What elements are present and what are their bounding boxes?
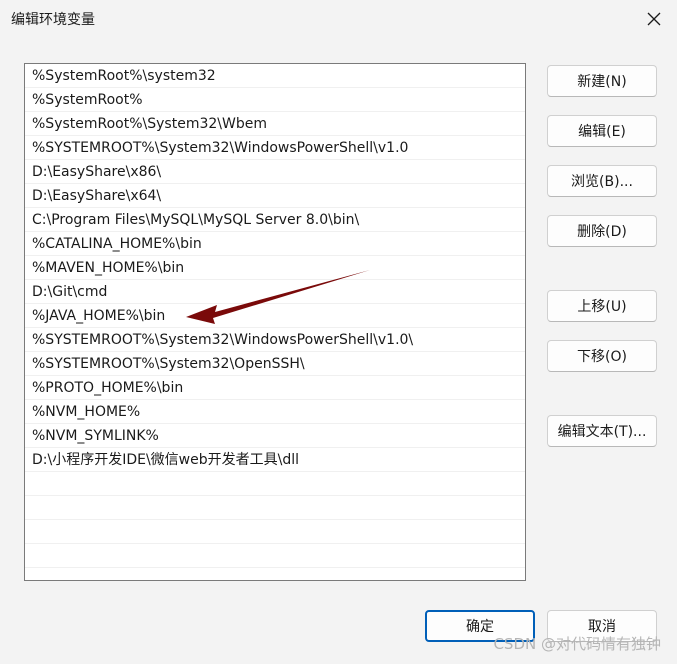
title-bar: 编辑环境变量 bbox=[0, 0, 677, 38]
list-item[interactable]: %SystemRoot%\system32 bbox=[25, 64, 525, 88]
move-up-button[interactable]: 上移(U) bbox=[547, 290, 657, 322]
list-item[interactable]: D:\Git\cmd bbox=[25, 280, 525, 304]
list-item[interactable]: %SystemRoot% bbox=[25, 88, 525, 112]
edit-text-button[interactable]: 编辑文本(T)... bbox=[547, 415, 657, 447]
list-item[interactable]: %NVM_HOME% bbox=[25, 400, 525, 424]
list-item[interactable]: %SYSTEMROOT%\System32\OpenSSH\ bbox=[25, 352, 525, 376]
delete-button[interactable]: 删除(D) bbox=[547, 215, 657, 247]
list-item[interactable]: D:\小程序开发IDE\微信web开发者工具\dll bbox=[25, 448, 525, 472]
empty-list-row[interactable] bbox=[25, 544, 525, 568]
new-button[interactable]: 新建(N) bbox=[547, 65, 657, 97]
browse-button[interactable]: 浏览(B)... bbox=[547, 165, 657, 197]
list-item[interactable]: %MAVEN_HOME%\bin bbox=[25, 256, 525, 280]
list-item[interactable]: D:\EasyShare\x64\ bbox=[25, 184, 525, 208]
list-item[interactable]: %PROTO_HOME%\bin bbox=[25, 376, 525, 400]
empty-list-row[interactable] bbox=[25, 520, 525, 544]
list-item[interactable]: %CATALINA_HOME%\bin bbox=[25, 232, 525, 256]
move-down-button[interactable]: 下移(O) bbox=[547, 340, 657, 372]
close-button[interactable] bbox=[631, 0, 677, 38]
empty-list-row[interactable] bbox=[25, 472, 525, 496]
list-item[interactable]: %SYSTEMROOT%\System32\WindowsPowerShell\… bbox=[25, 328, 525, 352]
list-item[interactable]: %NVM_SYMLINK% bbox=[25, 424, 525, 448]
list-item[interactable]: %SYSTEMROOT%\System32\WindowsPowerShell\… bbox=[25, 136, 525, 160]
list-item[interactable]: D:\EasyShare\x86\ bbox=[25, 160, 525, 184]
path-list[interactable]: %SystemRoot%\system32 %SystemRoot% %Syst… bbox=[24, 63, 526, 581]
watermark: CSDN @对代码情有独钟 bbox=[493, 635, 661, 653]
edit-button[interactable]: 编辑(E) bbox=[547, 115, 657, 147]
close-icon bbox=[647, 12, 661, 26]
list-item[interactable]: %JAVA_HOME%\bin bbox=[25, 304, 525, 328]
list-item[interactable]: C:\Program Files\MySQL\MySQL Server 8.0\… bbox=[25, 208, 525, 232]
window-title: 编辑环境变量 bbox=[11, 12, 95, 28]
empty-list-row[interactable] bbox=[25, 496, 525, 520]
list-item[interactable]: %SystemRoot%\System32\Wbem bbox=[25, 112, 525, 136]
